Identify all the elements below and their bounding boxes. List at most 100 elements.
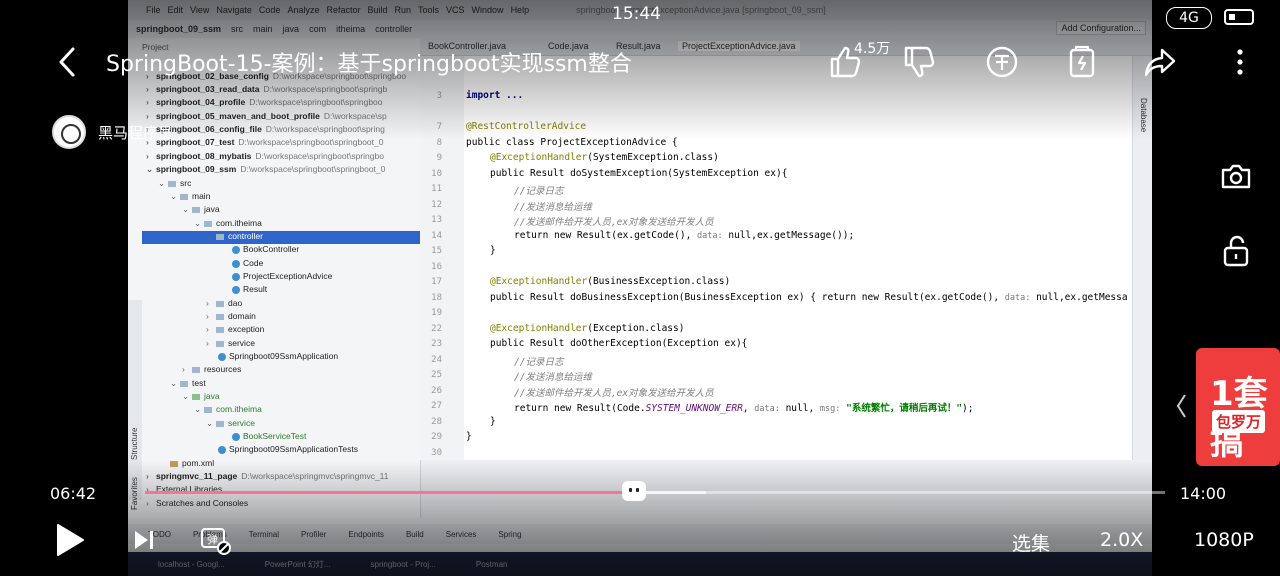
progress-fill: [145, 491, 634, 494]
tree-item: ProjectExceptionAdvice: [232, 271, 332, 284]
menu-code: Code: [258, 5, 281, 15]
code-line: public class ProjectExceptionAdvice {: [466, 137, 678, 148]
coin-icon[interactable]: [984, 44, 1020, 84]
tree-item: › resources: [182, 364, 242, 374]
side-label-favorites: Favorites: [130, 477, 139, 510]
line-number: 8: [436, 138, 442, 148]
line-number: 22: [431, 324, 442, 334]
add-configuration-button: Add Configuration...: [1056, 21, 1146, 35]
tree-item: pom.xml: [170, 458, 214, 471]
line-number: 18: [431, 293, 442, 303]
camera-icon[interactable]: [1220, 162, 1252, 194]
unlock-icon[interactable]: [1222, 234, 1250, 272]
database-tool-strip: Database: [1132, 56, 1152, 460]
battery-icon: [1224, 9, 1254, 25]
play-icon[interactable]: [54, 522, 86, 562]
line-number: 29: [431, 432, 442, 442]
line-number: 3: [436, 91, 442, 101]
next-icon[interactable]: [132, 528, 156, 556]
current-time: 06:42: [50, 484, 97, 503]
menu-tools: Tools: [418, 5, 440, 15]
breadcrumb-item: java: [282, 24, 300, 34]
episodes-button[interactable]: 选集: [1012, 529, 1050, 556]
line-number: 30: [431, 448, 442, 458]
taskbar-item: PowerPoint 幻灯...: [264, 559, 331, 569]
code-line: }: [466, 431, 472, 442]
thumbs-down-icon[interactable]: [902, 44, 938, 84]
menu-view: View: [190, 5, 210, 15]
back-arrow-icon[interactable]: [56, 46, 78, 82]
breadcrumb-item: main: [253, 24, 273, 34]
speed-button[interactable]: 2.0X: [1100, 529, 1143, 551]
taskbar-item: Postman: [475, 559, 508, 569]
chevron-left-icon[interactable]: [1174, 392, 1188, 424]
tool-terminal: Terminal: [248, 529, 279, 539]
tree-item: ⌄ com.itheima: [194, 218, 262, 228]
breadcrumb-item: controller: [375, 24, 413, 34]
tree-item: › springboot_06_config_file D:\workspace\s…: [146, 124, 385, 134]
more-vertical-icon[interactable]: [1236, 48, 1244, 80]
code-line: return new Result(ex.getCode(), data: nu…: [514, 230, 855, 241]
taskbar-item: springboot - Proj...: [370, 559, 436, 569]
progress-thumb[interactable]: [621, 481, 646, 501]
line-number: 10: [431, 169, 442, 179]
code-editor: 3 7 8 9 10 11 12 13 14 15 16 17 18 19 22…: [420, 56, 1132, 460]
tree-item: › service: [206, 338, 255, 348]
side-label-structure: Structure: [130, 427, 139, 460]
svg-text:弹: 弹: [207, 532, 218, 546]
favorite-icon[interactable]: [1064, 44, 1100, 84]
menu-file: File: [146, 5, 161, 15]
code-comment: //记录日志: [514, 186, 564, 197]
tree-item: ⌄ main: [170, 191, 211, 201]
tree-item: ⌄ com.itheima: [194, 404, 262, 414]
code-line: public Result doSystemException(SystemEx…: [490, 168, 788, 179]
line-number: 13: [431, 215, 442, 225]
breadcrumb-item: src: [231, 24, 244, 34]
tree-item: Springboot09SsmApplicationTests: [218, 444, 358, 457]
code-comment: //发送消息给运维: [514, 202, 592, 213]
tab-project-exception-advice: ProjectExceptionAdvice.java: [678, 41, 800, 51]
breadcrumb-item: com: [309, 24, 327, 34]
line-number: 14: [431, 231, 442, 241]
uploader-avatar[interactable]: [52, 115, 86, 149]
code-comment: //发送邮件给开发人员,ex对象发送给开发人员: [514, 388, 714, 399]
tree-item: › Scratches and Consoles: [146, 498, 249, 508]
tree-item: BookServiceTest: [232, 431, 306, 444]
tree-item: › domain: [206, 311, 256, 321]
code-line: public Result doBusinessException(Busine…: [490, 292, 1128, 303]
breadcrumb-item: itheima: [336, 24, 366, 34]
tool-build: Build: [405, 529, 424, 539]
code-line: @ExceptionHandler(Exception.class): [490, 323, 685, 334]
os-taskbar: localhost - Googl... PowerPoint 幻灯... sp…: [128, 552, 1152, 576]
uploader-name: 黑马程序员: [98, 124, 174, 142]
code-line: @ExceptionHandler(SystemException.class): [490, 152, 719, 163]
menu-navigate: Navigate: [216, 5, 252, 15]
tree-item: › springboot_04_profile D:\workspace\sprin…: [146, 97, 383, 107]
tree-item: › springboot_08_mybatis D:\workspace\sprin…: [146, 151, 384, 161]
ide-bottom-toolbar: TODO Problems Terminal Profiler Endpoint…: [128, 524, 1152, 544]
line-number: 25: [431, 370, 442, 380]
line-number: 12: [431, 200, 442, 210]
tree-item: › springboot_03_read_data D:\workspace\spr…: [146, 84, 388, 94]
tool-spring: Spring: [498, 529, 522, 539]
line-number: 28: [431, 417, 442, 427]
tree-item: Springboot09SsmApplication: [218, 351, 338, 364]
tree-item: ⌄ test: [170, 378, 206, 388]
line-number: 27: [431, 401, 442, 411]
video-title: SpringBoot-15-案例：基于springboot实现ssm整合: [106, 52, 632, 77]
danmaku-off-icon[interactable]: 弹: [200, 526, 232, 560]
tree-item: › springmvc_11_page D:\workspace\springmvc…: [146, 471, 389, 481]
tree-item: › exception: [206, 324, 265, 334]
code-comment: //发送消息给运维: [514, 372, 592, 383]
ad-banner[interactable]: 1套搞 包罗万: [1196, 348, 1280, 466]
line-gutter: 3 7 8 9 10 11 12 13 14 15 16 17 18 19 22…: [420, 56, 464, 460]
tree-item: ⌄ service: [206, 418, 255, 428]
menu-analyze: Analyze: [287, 5, 320, 15]
quality-button[interactable]: 1080P: [1194, 529, 1254, 551]
menu-help: Help: [510, 5, 530, 15]
line-number: 24: [431, 355, 442, 365]
share-icon[interactable]: [1142, 44, 1178, 84]
duration: 14:00: [1180, 484, 1227, 503]
line-number: 19: [431, 308, 442, 318]
code-line: @RestControllerAdvice: [466, 121, 587, 132]
